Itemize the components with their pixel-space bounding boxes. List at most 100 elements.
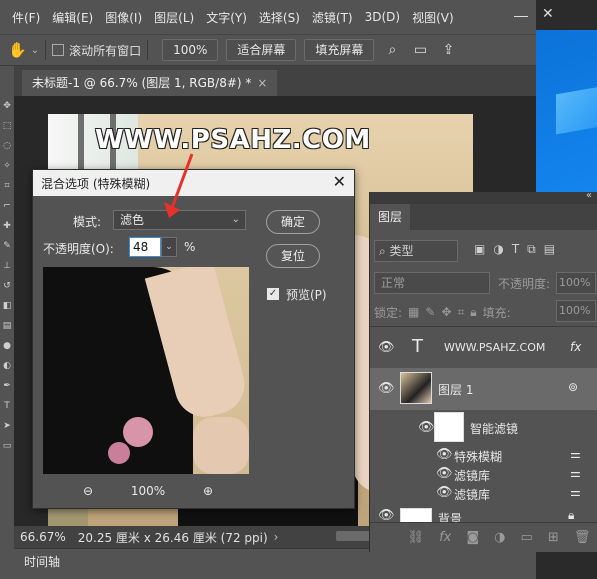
blend-mode-select[interactable]: 正常 (374, 272, 490, 294)
visibility-eye-icon[interactable]: 👁︎ (418, 420, 435, 435)
menu-edit[interactable]: 编辑(E) (46, 9, 99, 26)
dodge-icon[interactable]: ◐ (0, 356, 14, 376)
layer-row-text[interactable]: 👁︎ T WWW.PSAHZ.COM fx (370, 328, 597, 368)
visibility-eye-icon[interactable]: 👁︎ (436, 485, 453, 500)
preview-label: 预览(P) (286, 288, 327, 302)
menu-select[interactable]: 选择(S) (253, 9, 306, 26)
filter-row[interactable]: 👁︎ 滤镜库 ⚌ (370, 465, 597, 483)
menu-view[interactable]: 视图(V) (406, 9, 460, 26)
layer-row-smart-filters[interactable]: 👁︎ 智能滤镜 (370, 410, 597, 446)
lasso-tool-icon[interactable]: ◌ (0, 136, 14, 156)
shape-tool-icon[interactable]: ▭ (0, 436, 14, 456)
visibility-eye-icon[interactable]: 👁︎ (378, 508, 395, 522)
shape-filter-icon[interactable]: ⧉ (527, 242, 536, 257)
menu-image[interactable]: 图像(I) (99, 9, 148, 26)
menu-bar: 件(F) 编辑(E) 图像(I) 图层(L) 文字(Y) 选择(S) 滤镜(T)… (0, 0, 536, 34)
chevron-down-icon[interactable]: ⌄ (31, 45, 39, 56)
close-tab-icon[interactable]: × (257, 76, 267, 90)
opacity-input[interactable]: 48 (129, 237, 161, 257)
workspace-icon[interactable]: ▭ (410, 40, 430, 60)
hand-tool-icon[interactable]: ✋ (8, 41, 27, 59)
brush-tool-icon[interactable]: ✎ (0, 236, 14, 256)
menu-file[interactable]: 件(F) (6, 9, 46, 26)
smart-object-filter-icon[interactable]: ▤ (544, 242, 555, 257)
close-icon[interactable]: ✕ (333, 172, 346, 191)
visibility-eye-icon[interactable]: 👁︎ (436, 466, 453, 481)
search-icon[interactable]: ⌕ (382, 40, 402, 60)
close-icon[interactable]: ✕ (542, 6, 554, 22)
marquee-tool-icon[interactable]: ⬚ (0, 116, 14, 136)
mask-icon[interactable]: ◙ (466, 530, 479, 545)
new-layer-icon[interactable]: ⊞ (548, 530, 559, 545)
menu-type[interactable]: 文字(Y) (200, 9, 253, 26)
blur-icon[interactable]: ● (0, 336, 14, 356)
crop-tool-icon[interactable]: ⌗ (0, 176, 14, 196)
lock-position-icon[interactable]: ✥ (441, 305, 451, 319)
collapse-panel-icon[interactable]: « (586, 190, 592, 201)
lock-paint-icon[interactable]: ✎ (425, 305, 435, 319)
tools-panel: ✥ ⬚ ◌ ✧ ⌗ ⌐ ✚ ✎ ⊥ ↺ ◧ ▤ ● ◐ ✒ T ➤ ▭ (0, 96, 14, 456)
filter-name: 特殊模糊 (454, 450, 503, 464)
fill-input[interactable]: 100% (556, 300, 596, 322)
lock-all-icon[interactable]: 🔒︎ (470, 305, 476, 320)
adjustment-icon[interactable]: ◑ (494, 530, 505, 545)
menu-filter[interactable]: 滤镜(T) (306, 9, 359, 26)
filter-options-icon[interactable]: ⚌ (570, 447, 581, 461)
eraser-icon[interactable]: ◧ (0, 296, 14, 316)
fx-icon[interactable]: fx (439, 530, 451, 545)
stamp-tool-icon[interactable]: ⊥ (0, 256, 14, 276)
minimize-icon[interactable] (514, 16, 528, 17)
visibility-eye-icon[interactable]: 👁︎ (436, 447, 453, 462)
fit-screen-button[interactable]: 适合屏幕 (226, 39, 297, 61)
filter-row[interactable]: 👁︎ 特殊模糊 ⚌ (370, 446, 597, 464)
tab-layers[interactable]: 图层 (370, 204, 411, 230)
pixel-filter-icon[interactable]: ▣ (474, 242, 485, 257)
preview-thumbnail[interactable] (43, 267, 249, 474)
type-filter-icon[interactable]: T (512, 242, 519, 257)
scroll-all-checkbox[interactable] (52, 44, 65, 56)
trash-icon[interactable]: 🗑︎ (574, 530, 591, 545)
tab-document[interactable]: 未标题-1 @ 66.7% (图层 1, RGB/8#) * × (22, 70, 278, 96)
fx-icon[interactable]: fx (570, 340, 581, 354)
ok-button[interactable]: 确定 (266, 210, 320, 234)
zoom-out-icon[interactable]: ⊖ (83, 484, 93, 498)
eyedropper-icon[interactable]: ⌐ (0, 196, 14, 216)
menu-3d[interactable]: 3D(D) (359, 10, 406, 24)
layer-row-layer1[interactable]: 👁︎ 图层 1 ⊚ (370, 368, 597, 410)
layer-opacity-input[interactable]: 100% (556, 272, 596, 294)
zoom-100-button[interactable]: 100% (162, 39, 219, 61)
layer-thumbnail (400, 372, 432, 404)
gradient-icon[interactable]: ▤ (0, 316, 14, 336)
layer-filter-select[interactable]: ⌕ 类型 (374, 240, 458, 262)
menu-layer[interactable]: 图层(L) (148, 9, 200, 26)
adjustment-filter-icon[interactable]: ◑ (493, 242, 503, 257)
filter-row[interactable]: 👁︎ 滤镜库 ⚌ (370, 484, 597, 502)
layer-row-background[interactable]: 👁︎ 背景 🔒︎ (370, 506, 597, 522)
share-icon[interactable]: ⇪ (438, 40, 458, 60)
move-tool-icon[interactable]: ✥ (0, 96, 14, 116)
type-tool-icon[interactable]: T (0, 396, 14, 416)
filter-options-icon[interactable]: ⚌ (570, 485, 581, 499)
opacity-dropdown-icon[interactable]: ⌄ (161, 237, 177, 257)
smart-object-icon: ⊚ (568, 380, 579, 394)
healing-icon[interactable]: ✚ (0, 216, 14, 236)
folder-icon[interactable]: ▭ (521, 530, 533, 545)
fill-screen-button[interactable]: 填充屏幕 (304, 39, 375, 61)
history-brush-icon[interactable]: ↺ (0, 276, 14, 296)
status-zoom[interactable]: 66.67% (20, 530, 66, 544)
magic-wand-icon[interactable]: ✧ (0, 156, 14, 176)
status-arrow-icon[interactable]: › (274, 530, 279, 544)
path-select-icon[interactable]: ➤ (0, 416, 14, 436)
tab-timeline[interactable]: 时间轴 (24, 553, 60, 570)
visibility-eye-icon[interactable]: 👁︎ (378, 340, 395, 355)
preview-checkbox[interactable]: ✓ (267, 288, 279, 300)
filter-options-icon[interactable]: ⚌ (570, 466, 581, 480)
zoom-in-icon[interactable]: ⊕ (203, 484, 213, 498)
lock-artboard-icon[interactable]: ⌗ (458, 305, 465, 320)
layer-name: WWW.PSAHZ.COM (444, 341, 546, 354)
link-icon[interactable]: ⛓ (408, 530, 425, 545)
lock-pixels-icon[interactable]: ▦ (408, 305, 419, 319)
visibility-eye-icon[interactable]: 👁︎ (378, 381, 395, 396)
pen-tool-icon[interactable]: ✒ (0, 376, 14, 396)
reset-button[interactable]: 复位 (266, 244, 320, 268)
